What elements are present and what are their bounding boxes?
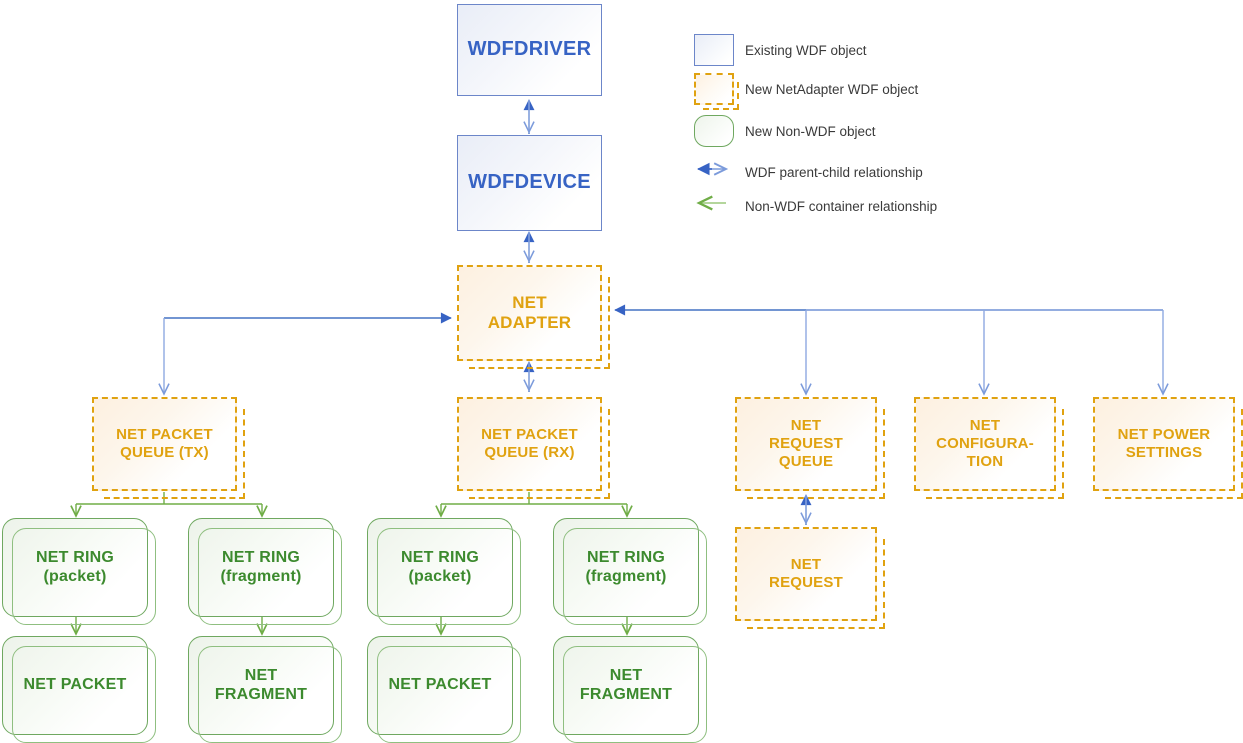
node-net-power-settings[interactable]: NET POWER SETTINGS [1093, 397, 1243, 499]
legend-item-existing-wdf: Existing WDF object [694, 34, 867, 66]
node-wdfdevice-label: WDFDEVICE [468, 171, 591, 194]
node-net-packet-queue-tx-label: NET PACKET QUEUE (TX) [116, 426, 213, 461]
node-netadapter[interactable]: NET ADAPTER [457, 265, 610, 369]
node-net-ring-packet-tx-label: NET RING (packet) [35, 548, 115, 585]
node-wdfdriver-label: WDFDRIVER [467, 38, 592, 61]
connector-layer [70, 99, 1169, 636]
edge-rxqueue-rings [441, 492, 627, 505]
node-net-packet-queue-tx[interactable]: NET PACKET QUEUE (TX) [92, 397, 245, 499]
legend-label-wdf-relationship: WDF parent-child relationship [745, 164, 923, 180]
node-net-ring-packet-rx[interactable]: NET RING (packet) [367, 518, 521, 625]
legend-item-new-non-wdf: New Non-WDF object [694, 115, 876, 147]
node-net-packet-rx-label: NET PACKET [388, 676, 492, 694]
legend-item-new-netadapter-wdf: New NetAdapter WDF object [694, 73, 919, 110]
node-wdfdriver[interactable]: WDFDRIVER [457, 4, 602, 96]
node-net-configuration[interactable]: NET CONFIGURA- TION [914, 397, 1064, 499]
node-net-fragment-rx-label: NET FRAGMENT [579, 666, 673, 703]
node-wdfdevice[interactable]: WDFDEVICE [457, 135, 602, 231]
node-net-packet-queue-rx[interactable]: NET PACKET QUEUE (RX) [457, 397, 610, 499]
node-net-fragment-tx[interactable]: NET FRAGMENT [188, 636, 342, 743]
blue-double-arrow-icon [694, 162, 734, 182]
node-net-fragment-tx-label: NET FRAGMENT [214, 666, 308, 703]
legend-label-existing-wdf: Existing WDF object [745, 42, 867, 58]
legend-label-new-non-wdf: New Non-WDF object [745, 123, 876, 139]
legend-item-wdf-relationship: WDF parent-child relationship [694, 162, 923, 182]
green-arrow-icon [694, 196, 734, 216]
node-net-ring-packet-tx[interactable]: NET RING (packet) [2, 518, 156, 625]
node-net-request-queue[interactable]: NET REQUEST QUEUE [735, 397, 885, 499]
node-net-request[interactable]: NET REQUEST [735, 527, 885, 629]
legend-label-new-netadapter-wdf: New NetAdapter WDF object [745, 81, 919, 97]
diagram-canvas: WDFDRIVER WDFDEVICE NET ADAPTER NET PACK… [0, 0, 1243, 743]
node-net-ring-fragment-rx[interactable]: NET RING (fragment) [553, 518, 707, 625]
new-non-wdf-swatch-icon [694, 115, 734, 147]
node-net-power-settings-label: NET POWER SETTINGS [1117, 426, 1211, 461]
node-netadapter-label: NET ADAPTER [487, 292, 572, 332]
node-net-ring-fragment-tx-label: NET RING (fragment) [220, 548, 302, 585]
node-net-packet-tx[interactable]: NET PACKET [2, 636, 156, 743]
node-net-packet-tx-label: NET PACKET [23, 676, 127, 694]
node-net-ring-fragment-tx[interactable]: NET RING (fragment) [188, 518, 342, 625]
existing-wdf-swatch-icon [694, 34, 734, 66]
node-net-packet-queue-rx-label: NET PACKET QUEUE (RX) [481, 426, 578, 461]
legend-label-nonwdf-relationship: Non-WDF container relationship [745, 198, 938, 214]
node-net-ring-packet-rx-label: NET RING (packet) [400, 548, 480, 585]
legend-item-nonwdf-relationship: Non-WDF container relationship [694, 196, 937, 216]
node-net-request-label: NET REQUEST [769, 556, 843, 591]
node-net-ring-fragment-rx-label: NET RING (fragment) [585, 548, 667, 585]
node-net-configuration-label: NET CONFIGURA- TION [936, 417, 1034, 470]
node-net-request-queue-label: NET REQUEST QUEUE [769, 417, 843, 470]
new-netadapter-wdf-swatch-icon [694, 73, 739, 110]
node-net-fragment-rx[interactable]: NET FRAGMENT [553, 636, 707, 743]
edge-txqueue-rings [76, 492, 262, 505]
node-net-packet-rx[interactable]: NET PACKET [367, 636, 521, 743]
